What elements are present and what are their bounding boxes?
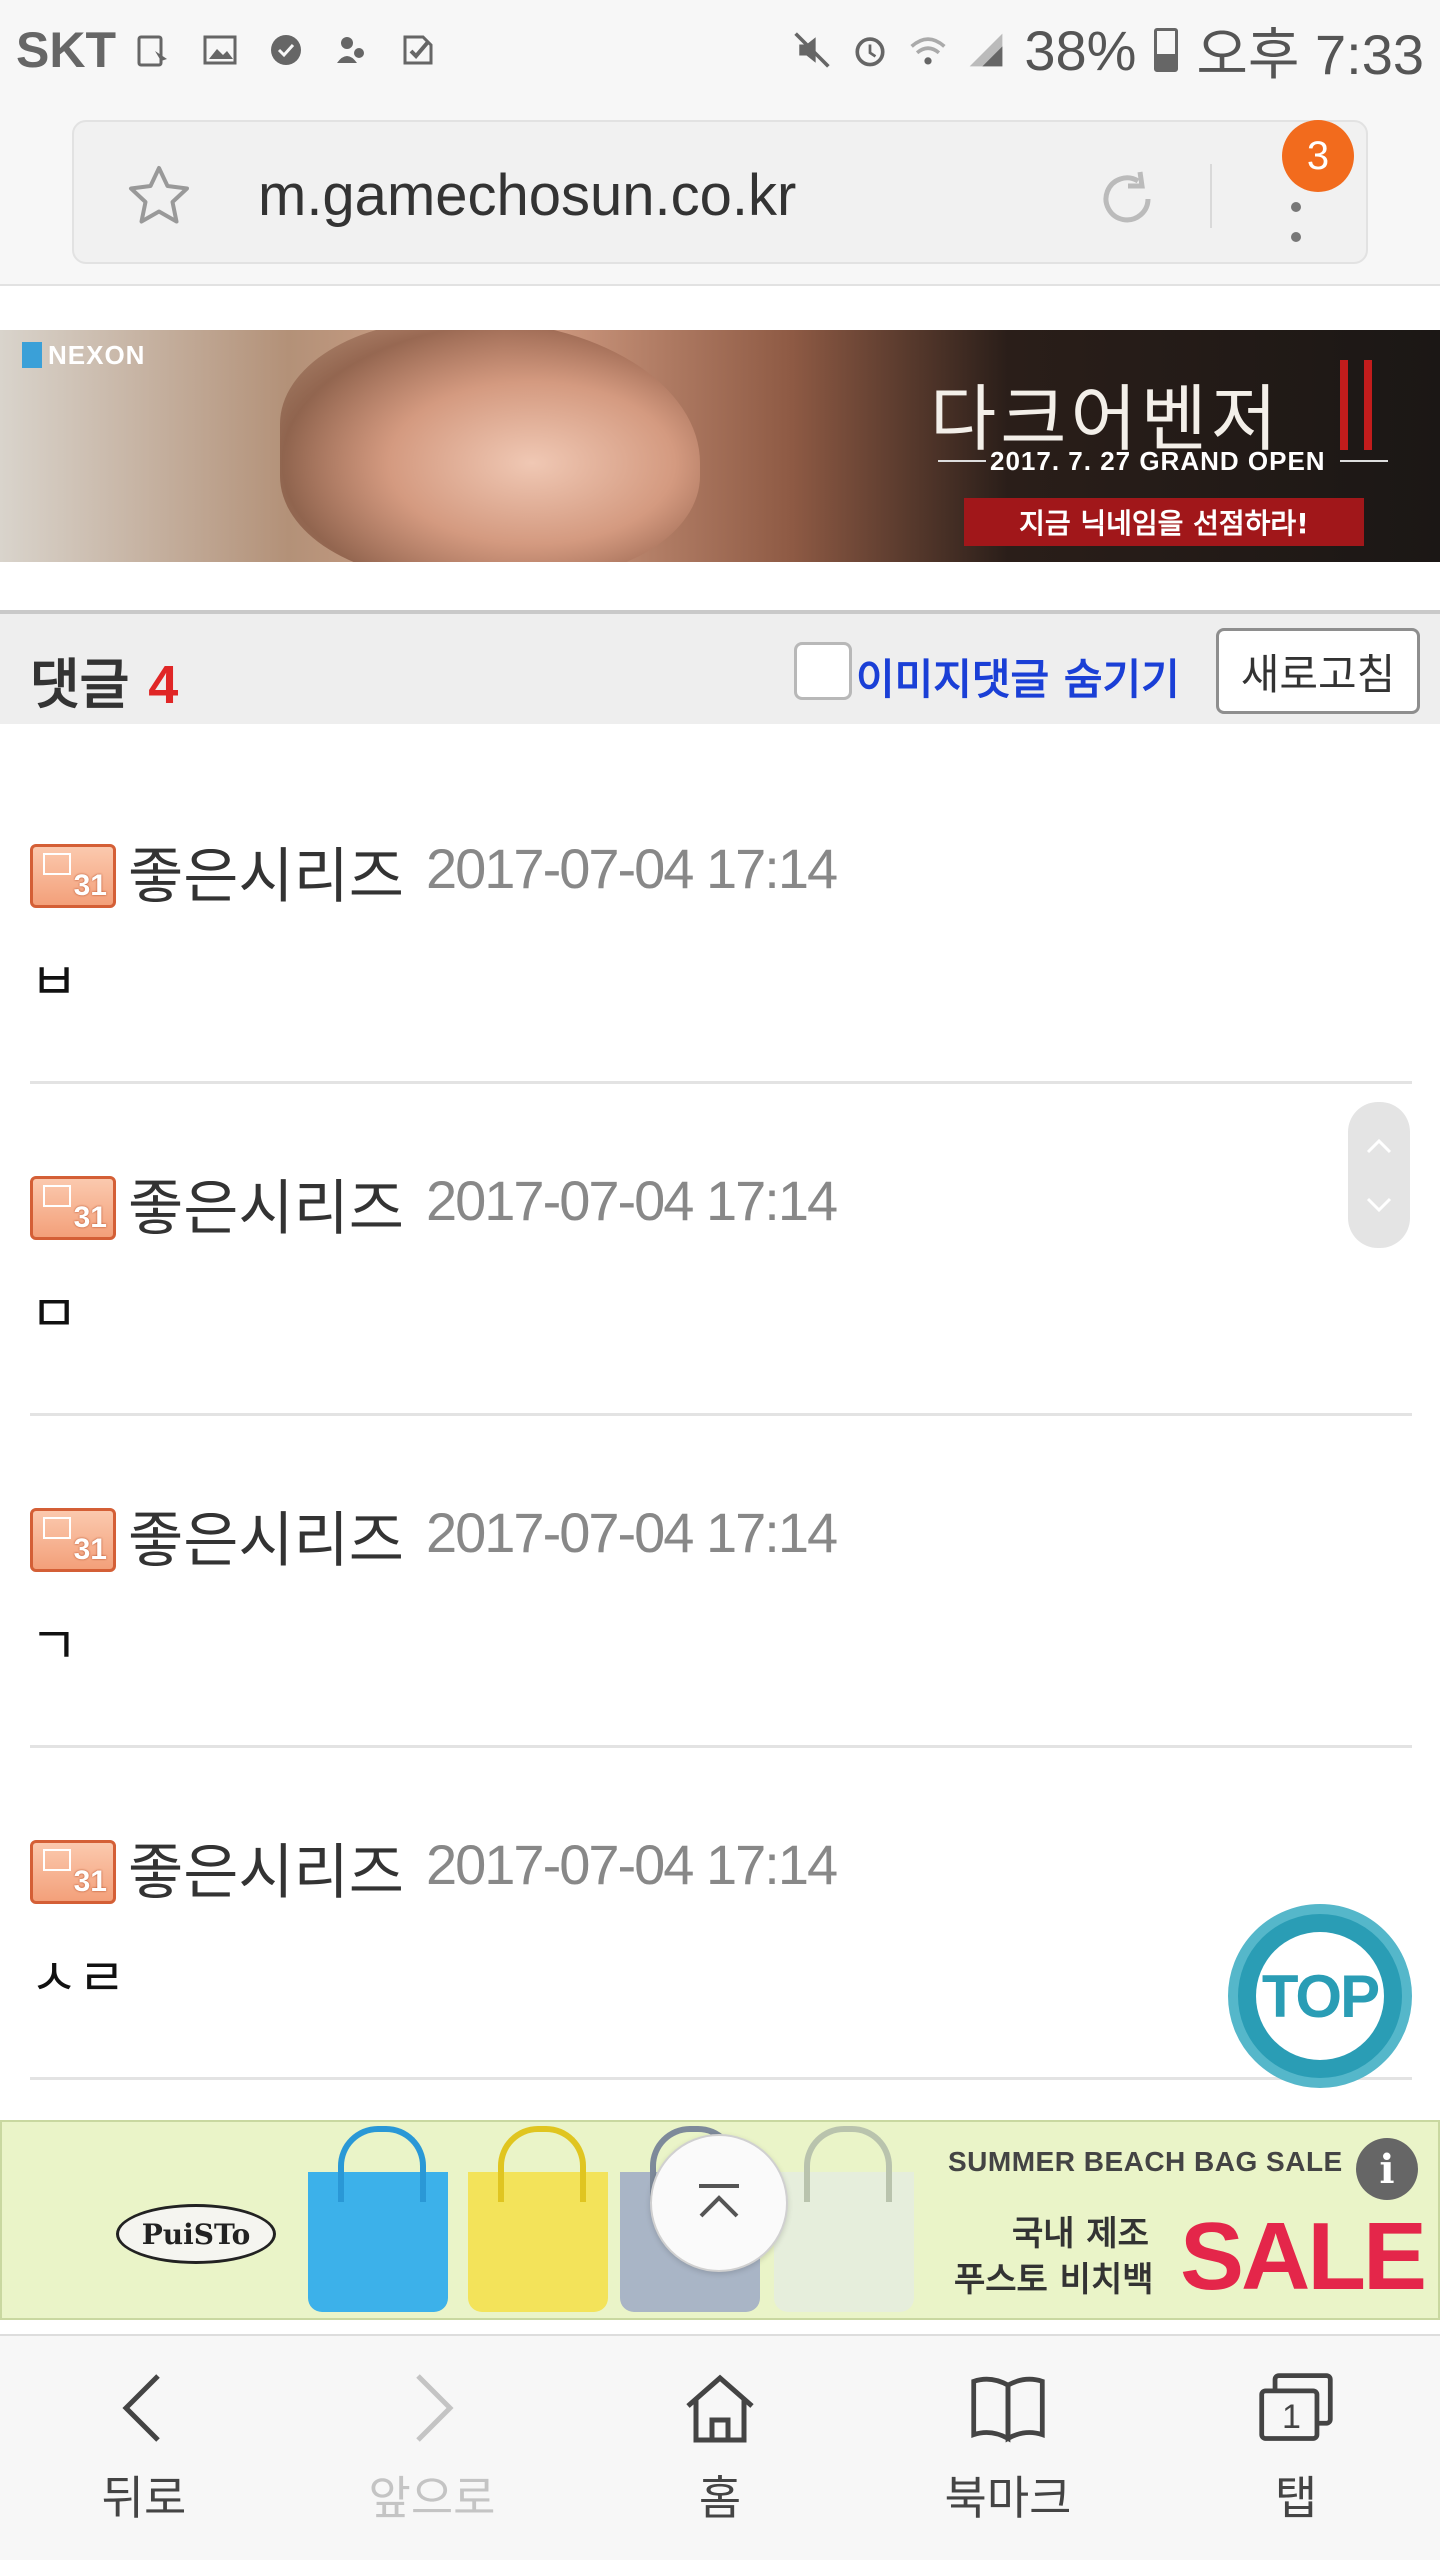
- comment-item: 31 좋은시리즈 2017-07-04 17:14 ㅁ: [30, 1084, 1412, 1416]
- beach-bag-image: [774, 2126, 914, 2312]
- screen-record-icon: [134, 30, 174, 70]
- clock: 오후 7:33: [1196, 22, 1424, 86]
- nav-tabs-button[interactable]: 1 탭: [1152, 2336, 1440, 2560]
- comments-title-label: 댓글: [30, 653, 130, 716]
- ad-banner-top[interactable]: NEXON 다크어벤저 2017. 7. 27 GRAND OPEN 지금 닉네…: [0, 330, 1440, 562]
- nav-back-label: 뒤로: [101, 2471, 187, 2525]
- ad-date-line-right: [1340, 460, 1388, 462]
- bookmark-star-icon[interactable]: [124, 162, 194, 232]
- nav-forward-button[interactable]: 앞으로: [288, 2336, 576, 2560]
- browser-toolbar: m.gamechosun.co.kr 3: [0, 100, 1440, 286]
- tabs-icon: 1: [1256, 2368, 1336, 2448]
- ad-subtext-1: 국내 제조: [1012, 2214, 1149, 2254]
- ad-info-icon[interactable]: i: [1356, 2138, 1418, 2200]
- ad-subtext-2: 푸스토 비치백: [954, 2260, 1154, 2300]
- chevron-up-icon[interactable]: [1364, 1136, 1394, 1156]
- nav-home-label: 홈: [698, 2471, 742, 2525]
- collapse-toolbar-button[interactable]: [650, 2134, 788, 2272]
- wifi-icon: [908, 30, 948, 70]
- system-status: 38% 오후 7:33: [792, 10, 1424, 91]
- comment-author[interactable]: 좋은시리즈: [128, 1492, 404, 1579]
- home-icon: [680, 2368, 760, 2448]
- level-badge-icon: 31: [30, 844, 116, 908]
- comment-item: 31 좋은시리즈 2017-07-04 17:14 ㅂ: [30, 752, 1412, 1084]
- nav-bookmarks-label: 북마크: [944, 2471, 1072, 2525]
- tab-count-badge: 3: [1282, 120, 1354, 192]
- comment-text: ㅂ: [30, 953, 78, 1013]
- beach-bag-image: [468, 2126, 608, 2312]
- url-text[interactable]: m.gamechosun.co.kr: [258, 162, 796, 229]
- comment-author[interactable]: 좋은시리즈: [128, 1160, 404, 1247]
- level-badge-icon: 31: [30, 1508, 116, 1572]
- gallery-icon: [200, 30, 240, 70]
- comment-datetime: 2017-07-04 17:14: [426, 1501, 838, 1564]
- hide-image-comments-label[interactable]: 이미지댓글 숨기기: [856, 646, 1180, 707]
- fast-scroll-handle[interactable]: [1348, 1102, 1410, 1248]
- back-arrow-icon: [104, 2368, 184, 2448]
- ad-character-art: [280, 330, 700, 562]
- ad-cta[interactable]: 지금 닉네임을 선점하라!: [964, 498, 1364, 546]
- bookmarks-book-icon: [968, 2368, 1048, 2448]
- comment-text: ㅁ: [30, 1285, 78, 1345]
- comment-item: 31 좋은시리즈 2017-07-04 17:14 ㄱ: [30, 1416, 1412, 1748]
- puisto-logo-text: PuiSTo: [116, 2204, 276, 2264]
- nav-back-button[interactable]: 뒤로: [0, 2336, 288, 2560]
- notification-icons: [134, 30, 438, 70]
- carrier-label: SKT: [16, 22, 116, 78]
- status-bar: SKT 38% 오후 7:33: [0, 0, 1440, 100]
- comments-title: 댓글 4: [30, 640, 178, 719]
- level-badge-icon: 31: [30, 1840, 116, 1904]
- signal-icon: [966, 30, 1006, 70]
- nav-bookmarks-button[interactable]: 북마크: [864, 2336, 1152, 2560]
- scroll-to-top-button[interactable]: TOP: [1228, 1904, 1412, 2088]
- address-bar[interactable]: m.gamechosun.co.kr 3: [72, 120, 1368, 264]
- mute-icon: [792, 30, 832, 70]
- top-button-label: TOP: [1261, 1962, 1380, 2030]
- battery-icon: [1154, 28, 1179, 72]
- task-check-icon: [398, 30, 438, 70]
- comment-author[interactable]: 좋은시리즈: [128, 1824, 404, 1911]
- ad-title-roman-numeral: [1340, 360, 1372, 450]
- chevron-down-icon[interactable]: [1364, 1195, 1394, 1215]
- collapse-up-icon: [699, 2184, 739, 2218]
- app-notification-icon: [266, 30, 306, 70]
- toolbar-divider: [1210, 164, 1212, 228]
- comment-datetime: 2017-07-04 17:14: [426, 1833, 838, 1896]
- comment-item: 31 좋은시리즈 2017-07-04 17:14 ㅅㄹ: [30, 1748, 1412, 2080]
- nav-home-button[interactable]: 홈: [576, 2336, 864, 2560]
- nav-tabs-label: 탭: [1274, 2471, 1318, 2525]
- ad-headline: SUMMER BEACH BAG SALE: [948, 2146, 1343, 2177]
- people-icon: [332, 30, 372, 70]
- refresh-button[interactable]: 새로고침: [1216, 628, 1420, 714]
- beach-bag-image: [308, 2126, 448, 2312]
- comment-author[interactable]: 좋은시리즈: [128, 828, 404, 915]
- comment-text: ㅅㄹ: [30, 1949, 126, 2009]
- comment-count: 4: [148, 655, 179, 715]
- comment-datetime: 2017-07-04 17:14: [426, 1169, 838, 1232]
- comment-datetime: 2017-07-04 17:14: [426, 837, 838, 900]
- ad-date-line-left: [938, 460, 986, 462]
- alarm-icon: [850, 30, 890, 70]
- nav-forward-label: 앞으로: [368, 2471, 496, 2525]
- battery-percent: 38%: [1024, 18, 1137, 82]
- browser-bottom-nav: 뒤로 앞으로 홈 북마크 1 탭: [0, 2334, 1440, 2560]
- comment-text: ㄱ: [30, 1617, 78, 1677]
- nexon-logo: NEXON: [22, 340, 145, 371]
- ad-launch-date: 2017. 7. 27 GRAND OPEN: [990, 446, 1326, 476]
- hide-image-comments-checkbox[interactable]: [794, 642, 852, 700]
- ad-sale-text: SALE: [1180, 2203, 1427, 2310]
- tabs-count: 1: [1282, 2398, 1301, 2436]
- reload-icon[interactable]: [1092, 164, 1162, 234]
- level-badge-icon: 31: [30, 1176, 116, 1240]
- puisto-logo: PuiSTo: [114, 2178, 278, 2264]
- forward-arrow-icon: [392, 2368, 472, 2448]
- comments-header: 댓글 4 이미지댓글 숨기기 새로고침: [0, 610, 1440, 724]
